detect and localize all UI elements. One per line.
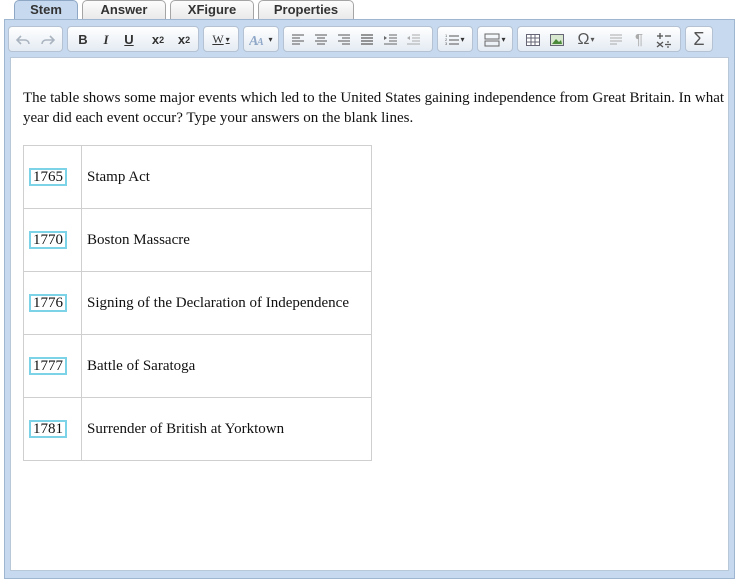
- block-format-icon[interactable]: ▾: [481, 30, 509, 49]
- event-name: Boston Massacre: [81, 208, 372, 272]
- superscript-label: x: [177, 32, 186, 47]
- year-cell: [23, 397, 82, 461]
- svg-text:A: A: [256, 37, 264, 47]
- subscript-digit: 2: [159, 34, 165, 45]
- block-group: ▾: [477, 26, 513, 52]
- tab-stem[interactable]: Stem: [14, 0, 78, 20]
- chevron-down-icon: ▾: [268, 35, 273, 44]
- insert-group: Ω ▾ ¶: [517, 26, 681, 52]
- year-answer-input[interactable]: [29, 294, 67, 312]
- stem-text: The table shows some major events which …: [23, 90, 725, 126]
- table-row: Boston Massacre: [23, 208, 372, 272]
- event-name: Stamp Act: [81, 145, 372, 209]
- chevron-down-icon: ▾: [590, 35, 595, 44]
- year-cell: [23, 334, 82, 398]
- equation-group: Σ: [685, 26, 713, 52]
- styles-group: W ▾: [203, 26, 239, 52]
- year-answer-input[interactable]: [29, 357, 67, 375]
- tab-properties[interactable]: Properties: [258, 0, 354, 19]
- font-group: AA ▾: [243, 26, 279, 52]
- year-answer-input[interactable]: [29, 168, 67, 186]
- undo-icon[interactable]: [12, 30, 34, 49]
- image-icon[interactable]: [547, 30, 567, 49]
- events-table: Stamp ActBoston MassacreSigning of the D…: [23, 145, 372, 461]
- special-character-button[interactable]: Ω ▾: [571, 30, 601, 49]
- year-cell: [23, 145, 82, 209]
- chevron-down-icon: ▾: [225, 35, 230, 44]
- superscript-digit: 2: [185, 34, 191, 45]
- alignment-group: [283, 26, 433, 52]
- chevron-down-icon: ▾: [501, 35, 506, 44]
- font-size-icon[interactable]: AA ▾: [247, 30, 275, 49]
- redo-icon[interactable]: [37, 30, 59, 49]
- align-center-icon[interactable]: [311, 30, 331, 49]
- align-justify-icon[interactable]: [357, 30, 377, 49]
- align-left-icon[interactable]: [288, 30, 308, 49]
- year-answer-input[interactable]: [29, 420, 67, 438]
- table-row: Signing of the Declaration of Independen…: [23, 271, 372, 335]
- paragraph-icon[interactable]: [606, 30, 626, 49]
- event-name: Signing of the Declaration of Independen…: [81, 271, 372, 335]
- basic-styles-group: B I U x2 x2: [67, 26, 199, 52]
- editor-area[interactable]: The table shows some major events which …: [10, 57, 729, 571]
- paste-word-label: W: [212, 32, 224, 46]
- paste-word-button[interactable]: W ▾: [207, 30, 235, 49]
- italic-button[interactable]: I: [96, 30, 116, 49]
- tab-answer[interactable]: Answer: [82, 0, 166, 19]
- list-group: 123 ▾: [437, 26, 473, 52]
- numbered-list-icon[interactable]: 123 ▾: [441, 30, 469, 49]
- sigma-icon[interactable]: Σ: [689, 29, 709, 49]
- table-row: Surrender of British at Yorktown: [23, 397, 372, 461]
- event-name: Battle of Saratoga: [81, 334, 372, 398]
- tab-bar: Stem Answer XFigure Properties: [0, 0, 738, 20]
- indent-icon[interactable]: [380, 30, 400, 49]
- subscript-label: x: [151, 32, 160, 47]
- table-row: Battle of Saratoga: [23, 334, 372, 398]
- table-row: Stamp Act: [23, 145, 372, 209]
- subscript-button[interactable]: x2: [146, 30, 170, 49]
- event-name: Surrender of British at Yorktown: [81, 397, 372, 461]
- svg-text:3: 3: [445, 41, 448, 46]
- outdent-icon[interactable]: [403, 30, 423, 49]
- history-group: [8, 26, 63, 52]
- bold-button[interactable]: B: [73, 30, 93, 49]
- omega-icon: Ω: [577, 30, 590, 48]
- math-operators-icon[interactable]: [652, 30, 676, 49]
- align-right-icon[interactable]: [334, 30, 354, 49]
- tab-xfigure[interactable]: XFigure: [170, 0, 254, 19]
- superscript-button[interactable]: x2: [172, 30, 196, 49]
- toolbar: B I U x2 x2 W ▾ AA ▾ 1 2 3 ▾ ▾ Ω ▾ ¶ Σ: [5, 26, 734, 54]
- editor-frame: B I U x2 x2 W ▾ AA ▾ 1 2 3 ▾ ▾ Ω ▾ ¶ Σ T…: [4, 19, 735, 579]
- year-cell: [23, 271, 82, 335]
- pilcrow-icon[interactable]: ¶: [629, 30, 649, 49]
- chevron-down-icon: ▾: [460, 35, 465, 44]
- underline-button[interactable]: U: [119, 30, 139, 49]
- table-icon[interactable]: [523, 30, 543, 49]
- year-answer-input[interactable]: [29, 231, 67, 249]
- year-cell: [23, 208, 82, 272]
